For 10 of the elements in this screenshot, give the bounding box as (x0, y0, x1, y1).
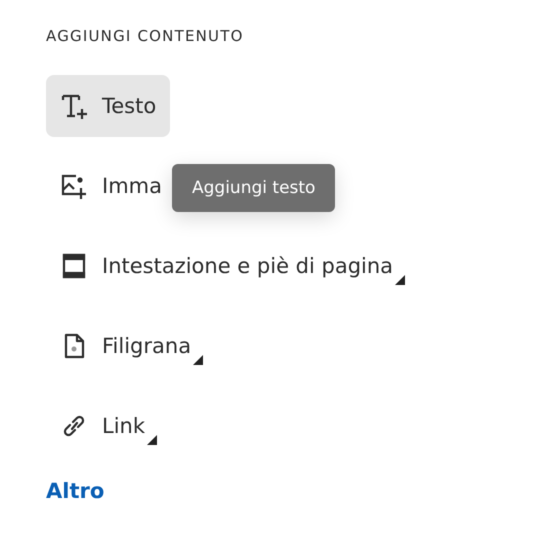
text-add-icon (60, 92, 88, 120)
section-heading: AGGIUNGI CONTENUTO (46, 27, 244, 45)
menu-item[interactable]: Filigrana (46, 315, 218, 377)
menu-item[interactable]: Link (46, 395, 172, 457)
header-footer-icon (60, 252, 88, 280)
menu-item[interactable]: Intestazione e piè di pagina (46, 235, 420, 297)
menu-item[interactable]: Testo (46, 75, 170, 137)
tooltip: Aggiungi testo (172, 164, 336, 212)
image-add-icon (60, 172, 88, 200)
more-link[interactable]: Altro (46, 479, 104, 503)
